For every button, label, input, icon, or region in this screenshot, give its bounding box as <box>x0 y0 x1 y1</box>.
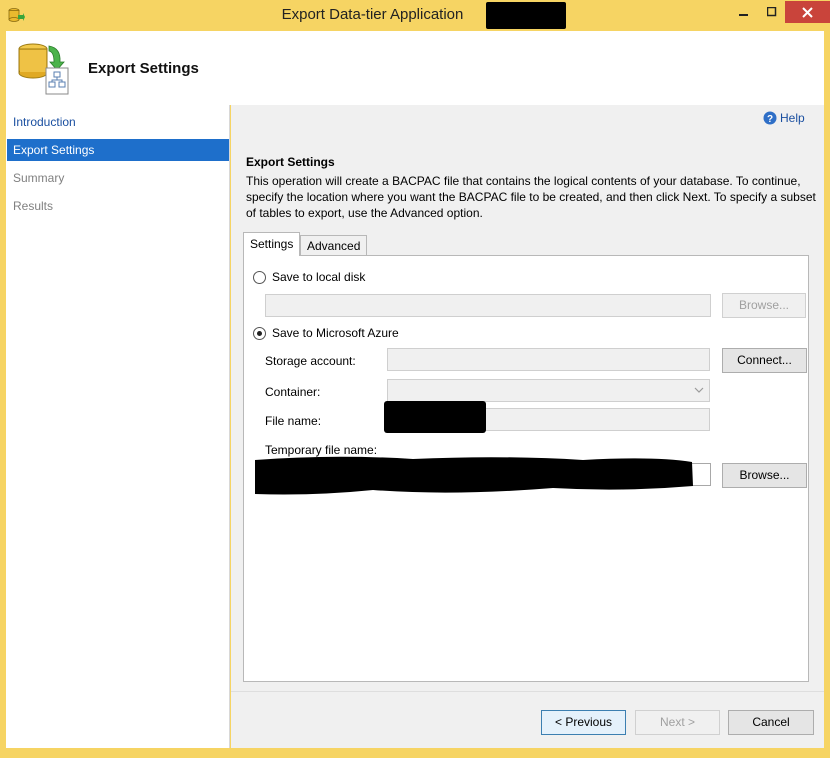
container-select[interactable] <box>387 379 710 402</box>
save-azure-label: Save to Microsoft Azure <box>272 326 399 340</box>
temp-file-name-redacted <box>255 456 693 495</box>
cancel-button[interactable]: Cancel <box>728 710 814 735</box>
minimize-button[interactable] <box>728 1 760 23</box>
storage-account-label: Storage account: <box>265 354 356 368</box>
page-title: Export Settings <box>88 60 199 77</box>
settings-panel: Save to local disk Browse... Save to Mic… <box>243 255 809 682</box>
help-link[interactable]: ? Help <box>763 111 805 125</box>
sidebar-item-results: Results <box>13 199 54 213</box>
sidebar-item-summary: Summary <box>13 171 65 185</box>
window-title: Export Data-tier Application <box>281 6 464 23</box>
wizard-content: ? Help Export Settings This operation wi… <box>231 105 824 748</box>
help-icon: ? <box>763 111 777 125</box>
save-local-disk-option[interactable]: Save to local disk <box>253 270 365 284</box>
file-name-redacted <box>384 401 486 433</box>
help-label: Help <box>780 111 805 125</box>
wizard-header: Export Settings <box>6 31 824 105</box>
next-button: Next > <box>635 710 720 735</box>
close-icon <box>802 7 813 18</box>
save-azure-radio[interactable] <box>253 326 266 340</box>
tab-settings[interactable]: Settings <box>243 232 301 256</box>
wizard-sidebar: Introduction Export Settings Summary Res… <box>6 105 230 748</box>
save-local-disk-radio[interactable] <box>253 270 266 284</box>
previous-button[interactable]: < Previous <box>541 710 626 735</box>
temp-browse-button[interactable]: Browse... <box>722 463 807 488</box>
save-azure-option[interactable]: Save to Microsoft Azure <box>253 326 399 340</box>
save-local-disk-label: Save to local disk <box>272 270 366 284</box>
storage-account-input[interactable] <box>387 348 710 371</box>
maximize-icon <box>767 7 777 17</box>
close-button[interactable] <box>785 1 830 23</box>
description-text: This operation will create a BACPAC file… <box>246 174 816 220</box>
maximize-button[interactable] <box>758 1 786 23</box>
container-label: Container: <box>265 385 321 399</box>
connect-button[interactable]: Connect... <box>722 348 807 373</box>
database-export-icon <box>18 43 69 95</box>
window-frame-bottom <box>0 748 830 758</box>
section-title: Export Settings <box>246 155 335 169</box>
file-name-label: File name: <box>265 414 322 428</box>
sidebar-item-export-settings[interactable]: Export Settings <box>7 139 229 161</box>
local-browse-button: Browse... <box>722 293 806 318</box>
redacted-region <box>486 2 566 29</box>
local-path-input <box>265 294 711 317</box>
chevron-down-icon <box>694 387 704 393</box>
minimize-icon <box>739 14 748 16</box>
title-bar[interactable]: Export Data-tier Application <box>0 0 830 31</box>
footer-divider <box>231 691 824 692</box>
svg-text:?: ? <box>767 114 773 125</box>
sidebar-item-introduction[interactable]: Introduction <box>7 111 229 133</box>
tab-advanced[interactable]: Advanced <box>300 235 368 257</box>
